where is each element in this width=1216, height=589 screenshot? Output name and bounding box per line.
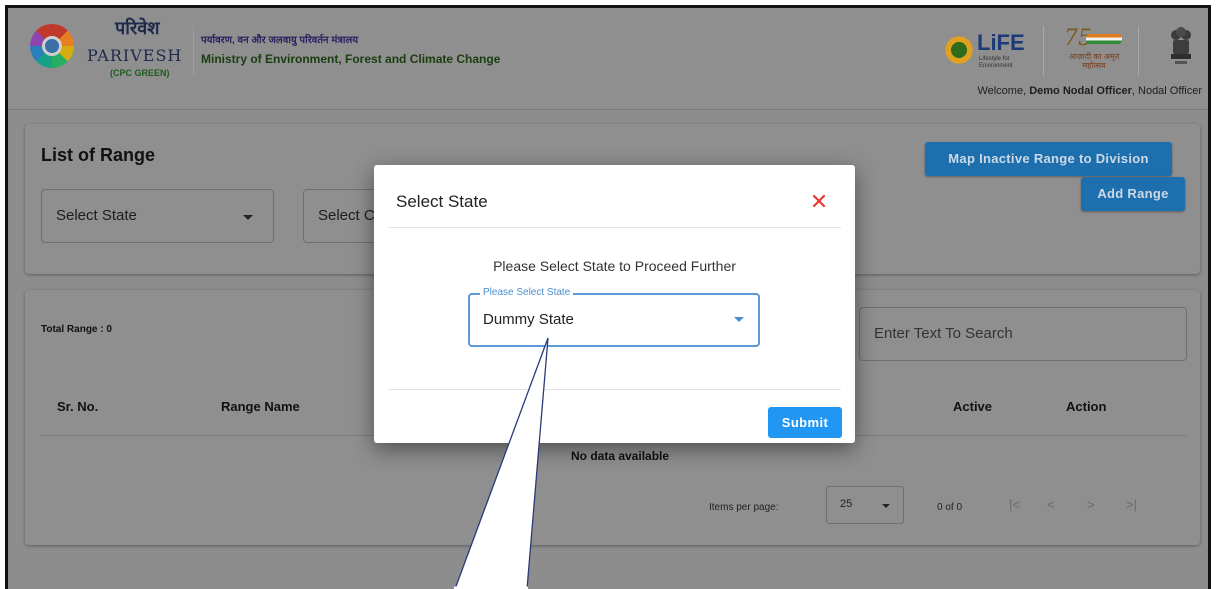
parivesh-logo-center	[42, 36, 62, 56]
close-icon[interactable]	[808, 190, 830, 212]
empty-state-text: No data available	[571, 449, 670, 463]
items-per-page-label: Items per page:	[709, 502, 779, 513]
column-header-sr-no[interactable]: Sr. No.	[57, 399, 98, 414]
circle-select-label: Select C	[318, 207, 375, 224]
first-page-button[interactable]: |<	[1009, 497, 1020, 512]
state-dropdown-value: Dummy State	[483, 311, 574, 328]
header-divider	[1043, 26, 1044, 76]
brand-name: PARIVESH	[87, 46, 183, 65]
welcome-prefix: Welcome,	[977, 85, 1030, 97]
dialog-title: Select State	[396, 192, 488, 211]
dialog-divider	[388, 227, 841, 228]
ministry-name-hindi: पर्यावरण, वन और जलवायु परिवर्तन मंत्रालय	[201, 35, 359, 46]
submit-button[interactable]: Submit	[768, 407, 842, 438]
state-emblem-icon	[1168, 26, 1194, 68]
flag-icon	[1086, 34, 1122, 44]
ministry-name: Ministry of Environment, Forest and Clim…	[201, 52, 501, 66]
dialog-message: Please Select State to Proceed Further	[493, 258, 736, 274]
chevron-down-icon	[243, 215, 253, 220]
items-per-page-select[interactable]: 25	[826, 486, 904, 524]
brand-hindi: परिवेश	[115, 18, 160, 39]
brand-divider	[193, 26, 194, 76]
life-logo: LiFE Lifestyle for Environment	[943, 28, 1033, 72]
welcome-text: Welcome, Demo Nodal Officer, Nodal Offic…	[977, 85, 1202, 97]
total-range-count: Total Range : 0	[41, 324, 112, 335]
last-page-button[interactable]: >|	[1126, 497, 1137, 512]
previous-page-button[interactable]: <	[1047, 497, 1055, 512]
items-per-page-value: 25	[840, 498, 853, 510]
azadi-text: आज़ादी का अमृत महोत्सव	[1068, 52, 1120, 70]
life-logo-subtext: Lifestyle for Environment	[979, 56, 1013, 69]
brand-subtitle: (CPC GREEN)	[110, 68, 170, 78]
azadi-logo: 75 आज़ादी का अमृत महोत्सव	[1056, 26, 1126, 76]
next-page-button[interactable]: >	[1087, 497, 1095, 512]
state-dropdown[interactable]: Please Select State Dummy State	[468, 287, 760, 347]
state-dropdown-label: Please Select State	[480, 287, 574, 298]
pager-range-text: 0 of 0	[937, 502, 963, 513]
header-divider	[1138, 26, 1139, 76]
life-logo-text: LiFE	[977, 30, 1025, 55]
column-header-active[interactable]: Active	[953, 399, 992, 414]
map-inactive-range-button[interactable]: Map Inactive Range to Division	[925, 142, 1172, 176]
select-state-dialog: Select State Please Select State to Proc…	[374, 165, 855, 443]
column-header-range-name[interactable]: Range Name	[221, 399, 300, 414]
app-window: परिवेश PARIVESH (CPC GREEN) पर्यावरण, वन…	[5, 5, 1211, 589]
user-role: , Nodal Officer	[1131, 85, 1202, 97]
page-title: List of Range	[41, 145, 156, 165]
life-sun-icon	[943, 34, 975, 66]
add-range-button[interactable]: Add Range	[1081, 177, 1185, 211]
user-name: Demo Nodal Officer	[1029, 85, 1132, 97]
state-select[interactable]: Select State	[41, 189, 274, 243]
column-header-action: Action	[1066, 399, 1107, 414]
top-header: परिवेश PARIVESH (CPC GREEN) पर्यावरण, वन…	[8, 8, 1208, 110]
chevron-down-icon	[734, 317, 744, 322]
chevron-down-icon	[882, 504, 890, 508]
state-select-label: Select State	[56, 207, 137, 224]
search-input[interactable]: Enter Text To Search	[859, 307, 1187, 361]
dialog-divider	[388, 389, 841, 390]
